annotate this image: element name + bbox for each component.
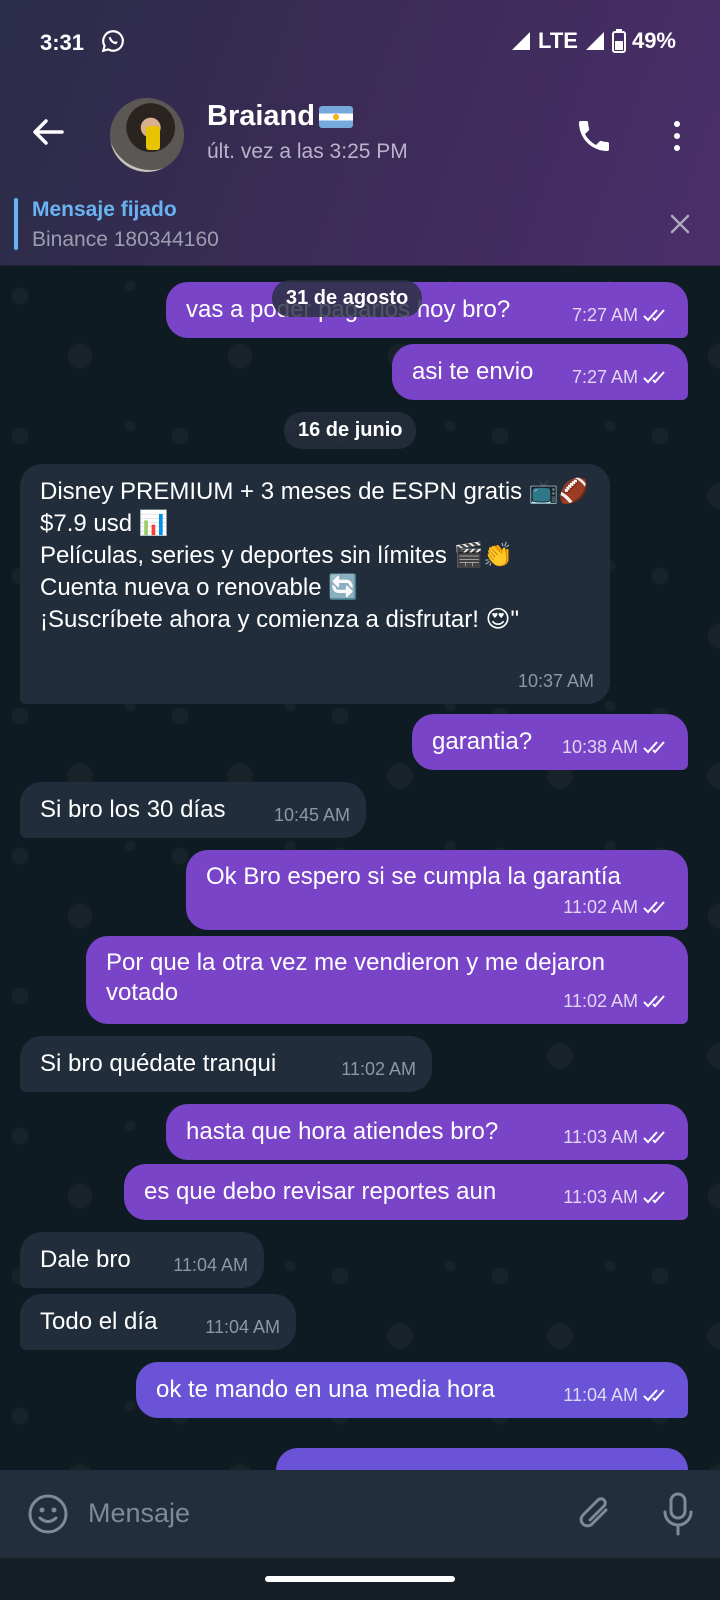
double-check-icon xyxy=(643,995,665,1008)
double-check-icon xyxy=(643,901,665,914)
message-outgoing[interactable]: hasta que hora atiendes bro? 11:03 AM xyxy=(166,1104,688,1160)
message-meta: 11:02 AM xyxy=(563,986,672,1016)
battery-icon xyxy=(611,29,626,53)
system-navigation-bar xyxy=(0,1558,720,1600)
more-options-icon[interactable] xyxy=(665,116,689,156)
message-time: 7:27 AM xyxy=(571,367,638,387)
message-time: 10:37 AM xyxy=(517,671,594,691)
message-time: 10:38 AM xyxy=(561,737,638,757)
double-check-icon xyxy=(643,1389,665,1402)
message-input[interactable]: Mensaje xyxy=(88,1498,190,1529)
message-meta: 10:45 AM xyxy=(274,800,350,830)
message-time: 11:04 AM xyxy=(205,1317,280,1337)
message-meta: 7:27 AM xyxy=(572,362,672,392)
message-meta: 7:27 AM xyxy=(572,300,672,330)
status-time: 3:31 xyxy=(40,30,85,55)
chat-header: Braiand últ. vez a las 3:25 PM xyxy=(0,86,720,186)
message-incoming[interactable]: Dale bro 11:04 AM xyxy=(20,1232,264,1288)
message-text: Si bro quédate tranqui xyxy=(40,1050,277,1077)
pinned-message[interactable]: Mensaje fijado Binance 180344160 xyxy=(0,186,720,266)
double-check-icon xyxy=(643,741,665,754)
message-meta: 11:04 AM xyxy=(173,1250,248,1280)
message-text: ok te mando en una media hora xyxy=(156,1376,495,1403)
back-arrow-icon[interactable] xyxy=(28,112,68,152)
message-time: 7:27 AM xyxy=(571,305,638,325)
message-time: 11:03 AM xyxy=(563,1187,638,1207)
message-text: garantia? xyxy=(432,728,533,755)
pinned-indicator xyxy=(14,198,18,250)
attach-icon[interactable] xyxy=(576,1492,616,1536)
pinned-text: Binance 180344160 xyxy=(32,228,219,251)
message-meta: 11:03 AM xyxy=(563,1182,672,1212)
double-check-icon xyxy=(643,371,665,384)
double-check-icon xyxy=(643,1191,665,1204)
message-time: 11:02 AM xyxy=(341,1059,416,1079)
message-text: asi te envio xyxy=(412,358,534,385)
argentina-flag-icon xyxy=(318,105,353,128)
message-meta: 10:38 AM xyxy=(562,732,672,762)
close-icon[interactable] xyxy=(666,210,694,238)
message-outgoing[interactable]: Ok Bro espero si se cumpla la garantía 1… xyxy=(186,850,688,930)
message-input-bar: Mensaje xyxy=(0,1470,720,1558)
message-meta: 11:04 AM xyxy=(205,1312,280,1342)
pinned-title: Mensaje fijado xyxy=(32,198,177,221)
message-time: 11:02 AM xyxy=(563,991,638,1011)
contact-name[interactable]: Braiand xyxy=(207,100,353,133)
message-time: 11:02 AM xyxy=(563,897,638,917)
message-outgoing[interactable]: es que debo revisar reportes aun 11:03 A… xyxy=(124,1164,688,1220)
microphone-icon[interactable] xyxy=(660,1490,696,1538)
message-outgoing[interactable]: Por que la otra vez me vendieron y me de… xyxy=(86,936,688,1024)
signal-icon-2 xyxy=(585,32,604,50)
message-meta: 11:04 AM xyxy=(563,1380,672,1410)
whatsapp-notification-icon xyxy=(101,30,124,53)
message-incoming[interactable]: Si bro los 30 días 10:45 AM xyxy=(20,782,366,838)
message-text: Dale bro xyxy=(40,1246,131,1273)
message-text: Si bro los 30 días xyxy=(40,796,226,823)
message-outgoing[interactable]: ok te mando en una media hora 11:04 AM xyxy=(136,1362,688,1418)
message-meta: 11:02 AM xyxy=(563,892,672,922)
top-bar: 3:31 LTE 49% Braiand últ. vez a las 3:25… xyxy=(0,0,720,266)
date-separator: 16 de junio xyxy=(284,412,417,449)
signal-icon xyxy=(512,32,531,50)
network-type: LTE xyxy=(538,28,578,53)
contact-avatar[interactable] xyxy=(110,98,184,172)
message-text: Ok Bro espero si se cumpla la garantía xyxy=(206,863,621,890)
message-text: Disney PREMIUM + 3 meses de ESPN gratis … xyxy=(40,478,589,633)
message-incoming[interactable]: Disney PREMIUM + 3 meses de ESPN gratis … xyxy=(20,464,610,704)
message-time: 11:04 AM xyxy=(173,1255,248,1275)
status-right: LTE 49% xyxy=(510,28,676,54)
message-text: hasta que hora atiendes bro? xyxy=(186,1118,499,1145)
message-meta: 11:02 AM xyxy=(341,1054,416,1084)
double-check-icon xyxy=(643,1131,665,1144)
last-seen: últ. vez a las 3:25 PM xyxy=(207,140,408,163)
message-outgoing[interactable]: garantia? 10:38 AM xyxy=(412,714,688,770)
home-gesture-handle[interactable] xyxy=(265,1576,455,1582)
message-text: es que debo revisar reportes aun xyxy=(144,1178,497,1205)
message-outgoing-partial[interactable] xyxy=(276,1448,688,1470)
contact-name-text: Braiand xyxy=(207,100,315,132)
message-time: 11:03 AM xyxy=(563,1127,638,1147)
message-text: Todo el día xyxy=(40,1308,158,1335)
chat-area[interactable]: vas a poder pagarlos hoy bro? 7:27 AM 31… xyxy=(0,266,720,1470)
message-outgoing[interactable]: vas a poder pagarlos hoy bro? 7:27 AM xyxy=(166,282,688,338)
message-outgoing[interactable]: asi te envio 7:27 AM xyxy=(392,344,688,400)
date-separator: 31 de agosto xyxy=(272,280,423,317)
phone-call-icon[interactable] xyxy=(574,116,614,156)
emoji-icon[interactable] xyxy=(26,1492,70,1536)
message-incoming[interactable]: Todo el día 11:04 AM xyxy=(20,1294,296,1350)
double-check-icon xyxy=(643,309,665,322)
message-time: 10:45 AM xyxy=(273,805,350,825)
message-time: 11:04 AM xyxy=(563,1385,638,1405)
battery-level: 49% xyxy=(631,28,676,53)
message-meta: 11:03 AM xyxy=(563,1122,672,1152)
status-bar: 3:31 LTE 49% xyxy=(0,0,720,86)
message-incoming[interactable]: Si bro quédate tranqui 11:02 AM xyxy=(20,1036,432,1092)
message-meta: 10:37 AM xyxy=(518,666,594,696)
